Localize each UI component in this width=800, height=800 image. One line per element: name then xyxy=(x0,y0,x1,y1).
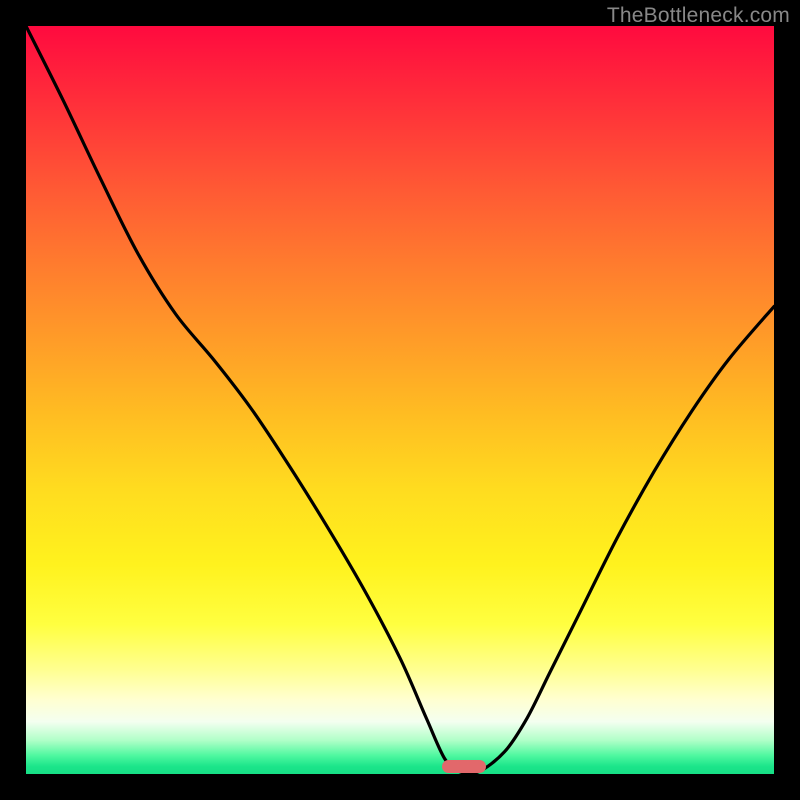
bottleneck-curve xyxy=(26,26,774,774)
optimal-marker xyxy=(442,760,486,773)
chart-frame: TheBottleneck.com xyxy=(0,0,800,800)
plot-area xyxy=(26,26,774,774)
watermark-text: TheBottleneck.com xyxy=(607,4,790,28)
